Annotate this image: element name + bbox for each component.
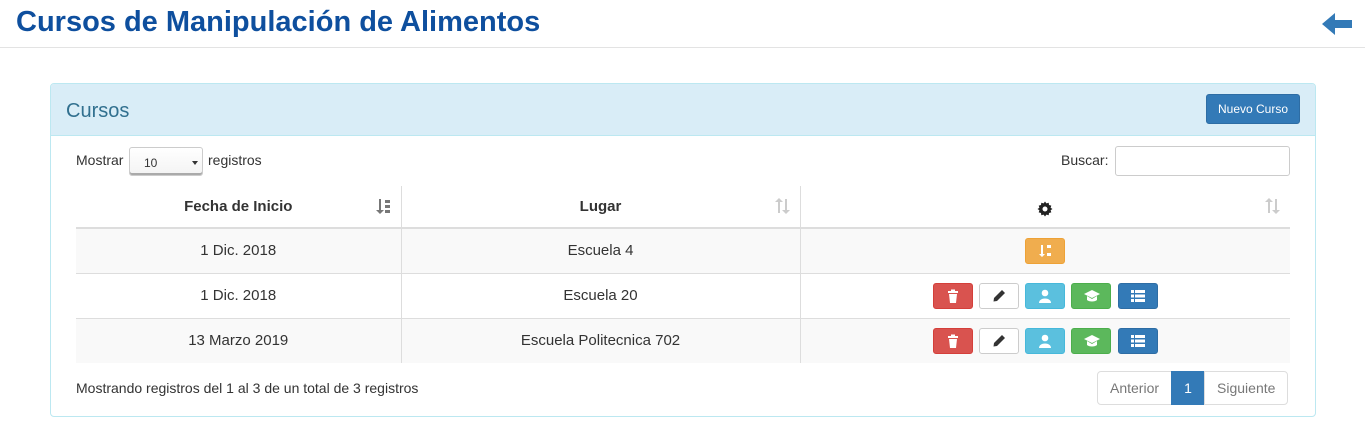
sort-asc-icon bbox=[375, 199, 390, 214]
column-header-actions[interactable] bbox=[799, 186, 1290, 229]
arrow-left-icon[interactable] bbox=[1320, 10, 1354, 38]
cell-lugar: Escuela 4 bbox=[400, 227, 800, 273]
table-info: Mostrando registros del 1 al 3 de un tot… bbox=[76, 380, 419, 396]
table-row: 1 Dic. 2018 Escuela 4 bbox=[76, 227, 1290, 273]
pencil-icon bbox=[993, 334, 1006, 347]
cell-fecha: 13 Marzo 2019 bbox=[76, 317, 401, 363]
courses-panel: Cursos Nuevo Curso Mostrar 10 registros … bbox=[50, 83, 1316, 417]
page-title: Cursos de Manipulación de Alimentos bbox=[16, 6, 541, 38]
edit-button[interactable] bbox=[979, 327, 1020, 354]
records-label: registros bbox=[208, 152, 262, 168]
graduation-cap-icon bbox=[1084, 334, 1101, 347]
edit-button[interactable] bbox=[979, 282, 1020, 309]
page-button-1[interactable]: 1 bbox=[1171, 371, 1206, 405]
page-size-value: 10 bbox=[144, 156, 158, 170]
trash-icon bbox=[947, 334, 958, 348]
show-label: Mostrar bbox=[76, 152, 124, 168]
sort-button[interactable] bbox=[1025, 237, 1066, 264]
pagination: Anterior 1 Siguiente bbox=[1097, 371, 1289, 405]
gear-icon bbox=[1037, 201, 1053, 216]
cell-lugar: Escuela 20 bbox=[400, 272, 800, 318]
cell-fecha: 1 Dic. 2018 bbox=[76, 227, 401, 273]
cell-actions bbox=[799, 227, 1290, 273]
delete-button[interactable] bbox=[932, 327, 973, 354]
page-size-select[interactable]: 10 bbox=[129, 147, 203, 176]
certificates-button[interactable] bbox=[1071, 327, 1112, 354]
next-page-button[interactable]: Siguiente bbox=[1204, 371, 1289, 405]
details-button[interactable] bbox=[1117, 282, 1158, 309]
sort-icon bbox=[774, 198, 790, 214]
column-label-lugar: Lugar bbox=[579, 198, 622, 215]
column-header-fecha[interactable]: Fecha de Inicio bbox=[76, 186, 401, 229]
students-button[interactable] bbox=[1025, 282, 1066, 309]
list-icon bbox=[1130, 334, 1145, 347]
search-input[interactable] bbox=[1115, 146, 1290, 176]
cell-actions bbox=[799, 272, 1290, 318]
students-button[interactable] bbox=[1025, 327, 1066, 354]
search-label: Buscar: bbox=[1061, 152, 1109, 168]
courses-table: Fecha de Inicio Lugar 1 Dic. 2018 Escuel… bbox=[76, 186, 1290, 363]
table-row: 13 Marzo 2019 Escuela Politecnica 702 bbox=[76, 317, 1290, 363]
cell-lugar: Escuela Politecnica 702 bbox=[400, 317, 800, 363]
details-button[interactable] bbox=[1117, 327, 1158, 354]
panel-heading: Cursos Nuevo Curso bbox=[51, 84, 1315, 136]
pencil-icon bbox=[993, 289, 1006, 301]
cell-fecha: 1 Dic. 2018 bbox=[76, 272, 401, 318]
certificates-button[interactable] bbox=[1071, 282, 1112, 309]
cell-actions bbox=[799, 317, 1290, 363]
list-icon bbox=[1130, 289, 1145, 302]
column-label-fecha: Fecha de Inicio bbox=[184, 198, 293, 215]
user-icon bbox=[1039, 334, 1052, 348]
graduation-cap-icon bbox=[1084, 289, 1101, 301]
sort-icon bbox=[1265, 198, 1280, 214]
prev-page-button[interactable]: Anterior bbox=[1097, 371, 1173, 405]
sort-icon bbox=[1039, 244, 1052, 257]
new-course-button[interactable]: Nuevo Curso bbox=[1206, 94, 1300, 124]
table-row: 1 Dic. 2018 Escuela 20 bbox=[76, 272, 1290, 318]
column-header-lugar[interactable]: Lugar bbox=[400, 186, 800, 229]
panel-title: Cursos bbox=[66, 100, 130, 122]
top-bar: Cursos de Manipulación de Alimentos bbox=[0, 0, 1365, 48]
chevron-down-icon bbox=[192, 161, 198, 165]
delete-button[interactable] bbox=[932, 282, 973, 309]
user-icon bbox=[1039, 289, 1052, 303]
trash-icon bbox=[947, 289, 958, 303]
